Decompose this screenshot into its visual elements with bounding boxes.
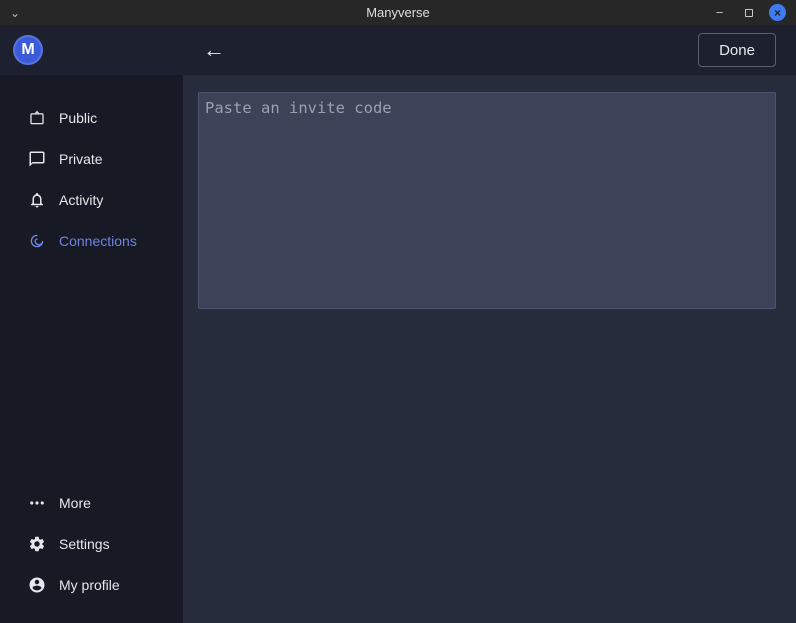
app-header: M ← Done [0,25,796,75]
bell-icon [28,191,46,209]
sidebar-item-label: My profile [59,577,120,593]
sidebar-item-label: More [59,495,91,511]
back-button[interactable]: ← [203,39,225,61]
sidebar-item-label: Activity [59,192,103,208]
header-left: M [0,35,183,65]
manyverse-logo: M [13,35,43,65]
dots-icon [28,494,46,512]
window-title: Manyverse [0,5,796,20]
sidebar-item-label: Public [59,110,97,126]
sidebar-item-label: Private [59,151,103,167]
bulletin-board-icon [28,109,46,127]
sidebar-item-label: Settings [59,536,110,552]
sidebar-item-public[interactable]: Public [0,97,183,138]
gear-icon [28,535,46,553]
sidebar-item-private[interactable]: Private [0,138,183,179]
manyverse-window: ⌄ Manyverse − × M ← Done Public [0,0,796,623]
sidebar-item-activity[interactable]: Activity [0,179,183,220]
sidebar-bottom: More Settings My [0,482,183,623]
restore-icon [745,9,753,17]
sidebar-item-connections[interactable]: Connections [0,220,183,261]
swirl-icon [28,232,46,250]
sidebar-item-label: Connections [59,233,137,249]
sidebar-item-settings[interactable]: Settings [0,523,183,564]
sidebar: Public Private Activity [0,75,183,623]
restore-button[interactable] [740,4,757,21]
invite-code-input[interactable] [198,92,776,309]
message-square-icon [28,150,46,168]
close-button[interactable]: × [769,4,786,21]
window-menu-chevron-icon[interactable]: ⌄ [10,7,20,19]
main-panel [183,75,796,623]
titlebar: ⌄ Manyverse − × [0,0,796,25]
window-controls: − × [711,4,786,21]
sidebar-item-my-profile[interactable]: My profile [0,564,183,605]
account-circle-icon [28,576,46,594]
sidebar-item-more[interactable]: More [0,482,183,523]
done-button[interactable]: Done [698,33,776,67]
content-row: Public Private Activity [0,75,796,623]
minimize-button[interactable]: − [711,4,728,21]
